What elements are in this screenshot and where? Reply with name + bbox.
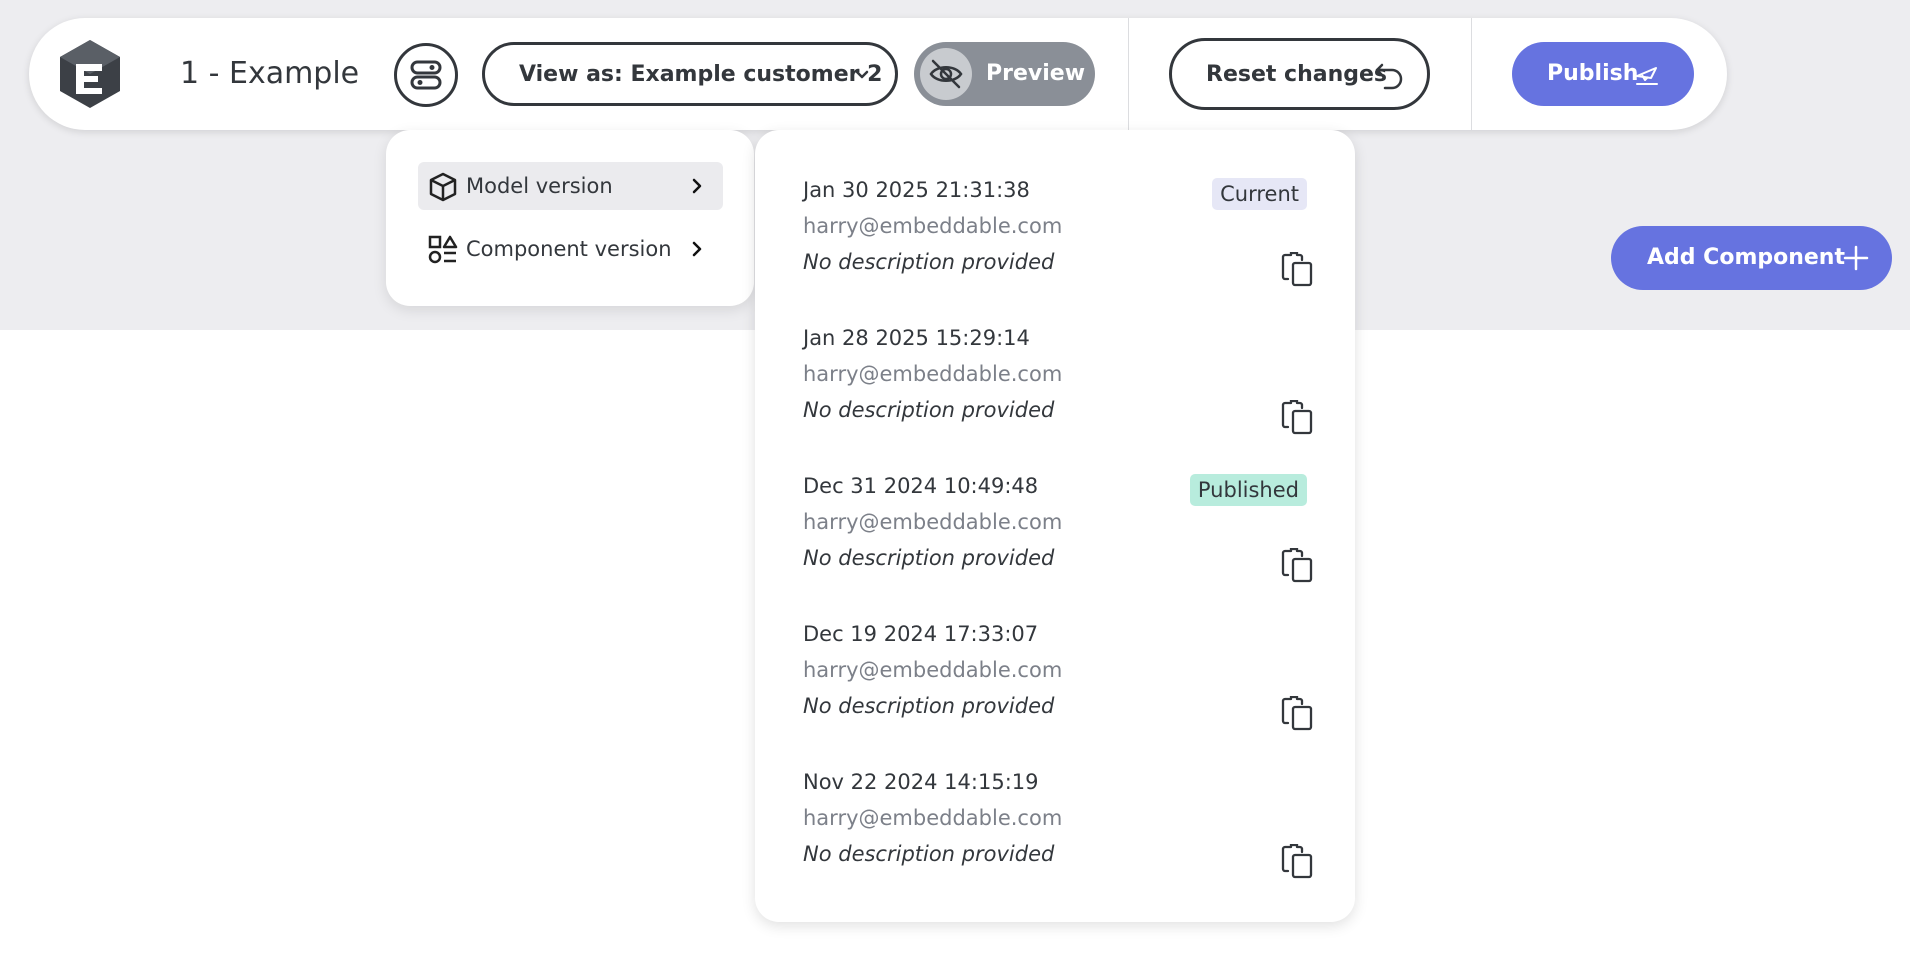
version-date: Jan 28 2025 15:29:14 xyxy=(803,326,1030,350)
version-author: harry@embeddable.com xyxy=(803,658,1063,682)
version-item[interactable]: Jan 28 2025 15:29:14 harry@embeddable.co… xyxy=(755,278,1355,435)
version-description: No description provided xyxy=(803,398,1055,422)
eye-off-icon xyxy=(920,48,972,100)
components-icon xyxy=(428,235,458,264)
menu-item-label: Component version xyxy=(466,237,672,261)
version-description: No description provided xyxy=(803,842,1055,866)
view-as-dropdown[interactable]: View as: Example customer 2 xyxy=(482,42,898,106)
version-item[interactable]: Dec 31 2024 10:49:48 Published harry@emb… xyxy=(755,426,1355,583)
chevron-right-icon xyxy=(692,178,702,194)
undo-icon xyxy=(1375,63,1403,90)
reset-changes-button[interactable]: Reset changes xyxy=(1169,38,1430,110)
version-item[interactable]: Jan 30 2025 21:31:38 Current harry@embed… xyxy=(755,130,1355,287)
version-author: harry@embeddable.com xyxy=(803,214,1063,238)
version-item[interactable]: Dec 19 2024 17:33:07 harry@embeddable.co… xyxy=(755,574,1355,731)
version-author: harry@embeddable.com xyxy=(803,806,1063,830)
model-version-list: Jan 30 2025 21:31:38 Current harry@embed… xyxy=(755,130,1355,922)
toolbar-divider xyxy=(1471,18,1472,130)
toolbar-divider xyxy=(1128,18,1129,130)
reset-changes-label: Reset changes xyxy=(1206,62,1388,87)
version-description: No description provided xyxy=(803,694,1055,718)
version-author: harry@embeddable.com xyxy=(803,510,1063,534)
published-badge: Published xyxy=(1189,474,1307,506)
publish-button[interactable]: Publish xyxy=(1512,42,1694,106)
plus-icon xyxy=(1843,245,1869,271)
preview-label: Preview xyxy=(986,61,1086,86)
toggles-icon xyxy=(410,60,442,90)
add-component-label: Add Component xyxy=(1647,245,1845,270)
chevron-right-icon xyxy=(692,241,702,257)
version-author: harry@embeddable.com xyxy=(803,362,1063,386)
current-badge: Current xyxy=(1212,178,1307,210)
menu-item-model-version[interactable]: Model version xyxy=(418,162,723,210)
version-description: No description provided xyxy=(803,250,1055,274)
page-title: 1 - Example xyxy=(180,56,360,91)
chevron-down-icon xyxy=(855,70,869,79)
add-component-button[interactable]: Add Component xyxy=(1611,226,1892,290)
version-description: No description provided xyxy=(803,546,1055,570)
version-type-menu: Model version Component version xyxy=(386,130,754,306)
menu-item-label: Model version xyxy=(466,174,613,198)
version-date: Dec 19 2024 17:33:07 xyxy=(803,622,1039,646)
view-as-label: View as: Example customer 2 xyxy=(519,61,883,87)
publish-label: Publish xyxy=(1547,61,1639,86)
version-date: Nov 22 2024 14:15:19 xyxy=(803,770,1039,794)
app-logo[interactable] xyxy=(58,38,122,110)
preview-button[interactable]: Preview xyxy=(914,42,1095,106)
version-item[interactable]: Nov 22 2024 14:15:19 harry@embeddable.co… xyxy=(755,722,1355,879)
menu-item-component-version[interactable]: Component version xyxy=(418,225,723,273)
copy-icon[interactable] xyxy=(1280,844,1316,880)
version-date: Dec 31 2024 10:49:48 xyxy=(803,474,1039,498)
publish-plane-icon xyxy=(1636,67,1658,85)
toggle-settings-button[interactable] xyxy=(394,43,458,107)
version-date: Jan 30 2025 21:31:38 xyxy=(803,178,1030,202)
cube-icon xyxy=(429,172,457,202)
